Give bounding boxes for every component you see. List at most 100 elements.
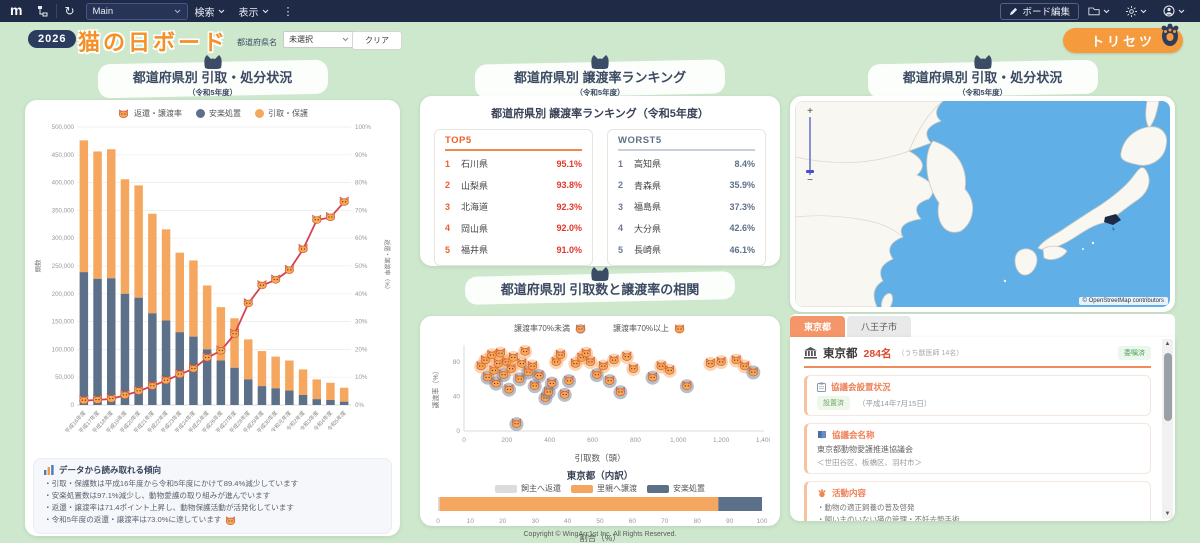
government-building-icon	[804, 347, 817, 359]
tab-八王子市[interactable]: 八王子市	[847, 316, 912, 337]
svg-text:40: 40	[564, 518, 572, 525]
council-name: 東京都動物愛護推進協議会	[817, 445, 913, 454]
ranking-row[interactable]: 5 長崎県 46.1%	[618, 239, 755, 261]
svg-text:60%: 60%	[355, 235, 368, 242]
board-select-value: Main	[92, 5, 114, 17]
detail-scrollbar[interactable]: ▲ ▼	[1162, 339, 1173, 519]
bar-euthanasia[interactable]	[148, 313, 157, 405]
bar-euthanasia[interactable]	[298, 394, 308, 405]
bar-intake[interactable]	[257, 351, 267, 387]
bar-euthanasia[interactable]	[93, 278, 102, 405]
bar-euthanasia[interactable]	[339, 401, 349, 405]
japan-map[interactable]: + − © OpenStreetMap contributors	[795, 101, 1170, 307]
board-edit-label: ボード編集	[1022, 7, 1070, 18]
bar-intake[interactable]	[79, 140, 89, 273]
scroll-down-arrow[interactable]: ▼	[1162, 511, 1173, 517]
status-badge: 委嘱済	[1118, 346, 1151, 360]
insight-bullet: ・返還・譲渡率は71.4ポイント上昇し、動物保護活動が活発化しています	[44, 503, 294, 513]
refresh-button[interactable]: ↻	[57, 0, 81, 22]
menu-view[interactable]: 表示	[232, 0, 276, 22]
zoom-in-button[interactable]: +	[807, 107, 813, 117]
account-menu[interactable]	[1156, 5, 1192, 17]
bar-intake[interactable]	[285, 360, 294, 391]
bar-euthanasia[interactable]	[285, 390, 294, 405]
breakdown-stacked-bar[interactable]: 0 10 20 30 40 50 60 70 80 90 100	[430, 495, 770, 527]
bar-euthanasia[interactable]	[271, 388, 280, 405]
ranking-row[interactable]: 1 高知県 8.4%	[618, 153, 755, 175]
app-logo[interactable]: m	[0, 2, 30, 20]
bar-intake[interactable]	[326, 382, 335, 400]
bar-euthanasia[interactable]	[161, 320, 171, 405]
bar-intake[interactable]	[161, 229, 171, 321]
svg-text:80: 80	[453, 359, 461, 366]
bar-euthanasia[interactable]	[107, 278, 116, 405]
board-select[interactable]: Main	[85, 2, 188, 20]
scrollbar-thumb[interactable]	[1163, 353, 1172, 421]
clear-button[interactable]: クリア	[352, 31, 402, 50]
ranking-row[interactable]: 4 岡山県 92.0%	[445, 218, 582, 240]
board-edit-button[interactable]: ボード編集	[1000, 2, 1079, 20]
ranking-row[interactable]: 3 福島県 37.3%	[618, 196, 755, 218]
scroll-up-arrow[interactable]: ▲	[1162, 341, 1173, 347]
bar-intake[interactable]	[148, 213, 157, 314]
bar-euthanasia[interactable]	[120, 293, 130, 405]
svg-text:0%: 0%	[355, 402, 364, 409]
prefecture-select[interactable]: 未選択	[283, 31, 355, 48]
activity-item: ・飼い主のいない猫の管理・不妊去勢手術	[817, 515, 960, 521]
bar-intake[interactable]	[244, 339, 253, 380]
bar-intake[interactable]	[189, 260, 198, 337]
bar-intake[interactable]	[134, 185, 143, 298]
bar-intake[interactable]	[93, 151, 102, 279]
ranking-row[interactable]: 4 大分県 42.6%	[618, 218, 755, 240]
bar-intake[interactable]	[120, 179, 130, 294]
bar-euthanasia[interactable]	[216, 360, 226, 405]
cat-paw-icon	[1161, 23, 1179, 46]
legend-里親へ譲渡: 里親へ譲渡	[571, 483, 637, 494]
map-svg	[795, 101, 1170, 307]
detail-section-council-status: 協議会設置状況 設置済 （平成14年7月15日）	[804, 375, 1151, 416]
ranking-card-title: 都道府県別 譲渡率ランキング（令和5年度）	[491, 108, 709, 120]
bar-euthanasia[interactable]	[326, 399, 335, 405]
bar-intake[interactable]	[339, 387, 349, 402]
breakdown-segment[interactable]	[718, 497, 762, 511]
ranking-row[interactable]: 2 山梨県 93.8%	[445, 175, 582, 197]
tab-東京都[interactable]: 東京都	[790, 316, 846, 337]
svg-text:頭数: 頭数	[33, 259, 42, 273]
bar-intake[interactable]	[312, 379, 321, 400]
bar-intake[interactable]	[107, 149, 116, 279]
guide-button[interactable]: トリセツ	[1063, 23, 1183, 53]
bar-euthanasia[interactable]	[244, 379, 253, 405]
bar-euthanasia[interactable]	[230, 367, 239, 405]
settings-menu[interactable]	[1119, 5, 1154, 17]
svg-text:0: 0	[436, 518, 440, 525]
svg-text:1,000: 1,000	[670, 437, 687, 444]
intake-bar-line-chart[interactable]: 0 50,000 100,000 150,000 200,000 250,000 300,0…	[33, 121, 391, 451]
bar-intake[interactable]	[298, 369, 308, 395]
kebab-menu-icon[interactable]: ⋮	[276, 0, 301, 22]
correlation-scatter-chart[interactable]: 0408002004006008001,0001,2001,400譲渡率（%）	[430, 335, 773, 447]
detail-prefecture: 東京都	[823, 348, 858, 360]
bar-intake[interactable]	[202, 285, 212, 350]
bar-euthanasia[interactable]	[175, 332, 184, 405]
bar-euthanasia[interactable]	[79, 272, 89, 405]
activity-list: ・動物の適正飼養の普及啓発・飼い主のいない猫の管理・不妊去勢手術・譲渡あっせん・…	[817, 502, 1140, 521]
zoom-slider[interactable]	[806, 117, 814, 175]
ranking-row[interactable]: 1 石川県 95.1%	[445, 153, 582, 175]
bar-intake[interactable]	[175, 252, 184, 333]
menu-search[interactable]: 検索	[188, 0, 232, 22]
zoom-out-button[interactable]: −	[807, 176, 813, 186]
svg-text:50,000: 50,000	[55, 374, 74, 381]
svg-text:譲渡率（%）: 譲渡率（%）	[431, 367, 440, 408]
section-title-intake: 都道府県別 引取・処分状況 （令和5年度）	[25, 54, 400, 99]
window-menu[interactable]	[1081, 6, 1117, 16]
breakdown-segment[interactable]	[438, 497, 440, 511]
ranking-row[interactable]: 5 福井県 91.0%	[445, 239, 582, 261]
ranking-row[interactable]: 3 北海道 92.3%	[445, 196, 582, 218]
bar-euthanasia[interactable]	[312, 399, 321, 405]
bar-intake[interactable]	[271, 356, 280, 389]
svg-text:30: 30	[532, 518, 540, 525]
ranking-row[interactable]: 2 青森県 35.9%	[618, 175, 755, 197]
bar-euthanasia[interactable]	[257, 386, 267, 405]
breakdown-segment[interactable]	[439, 497, 719, 511]
tree-view-icon[interactable]	[30, 0, 56, 22]
